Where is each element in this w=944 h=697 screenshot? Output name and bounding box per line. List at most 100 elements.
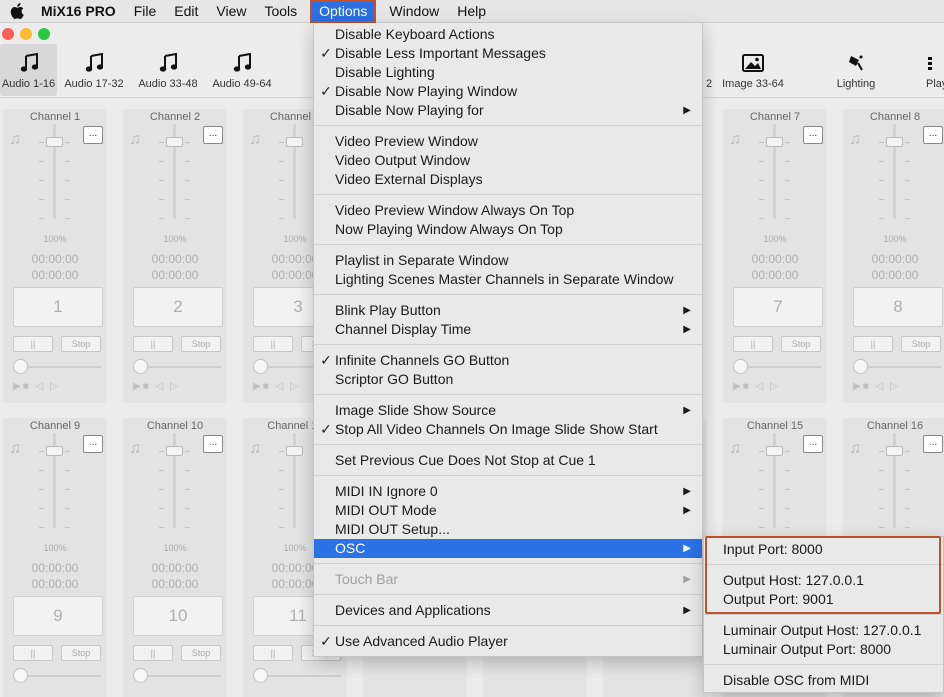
channel-more-button[interactable]: ... bbox=[203, 126, 223, 144]
pause-button[interactable]: || bbox=[13, 336, 53, 352]
osc-luminair-output-port[interactable]: Luminair Output Port: 8000 bbox=[704, 640, 943, 659]
volume-fader-thumb[interactable] bbox=[766, 137, 783, 147]
toolbar-audio-17-32[interactable]: Audio 17-32 bbox=[59, 44, 129, 96]
app-menu[interactable]: MiX16 PRO bbox=[32, 0, 125, 23]
menu-item-disable-now-playing-for[interactable]: Disable Now Playing for ▶ bbox=[314, 101, 702, 120]
menu-item-now-playing-always-on-top[interactable]: Now Playing Window Always On Top bbox=[314, 220, 702, 239]
menu-item-video-preview-window[interactable]: Video Preview Window bbox=[314, 132, 702, 151]
menu-item-osc[interactable]: OSC ▶ bbox=[314, 539, 702, 558]
menu-item-disable-keyboard-actions[interactable]: Disable Keyboard Actions bbox=[314, 25, 702, 44]
apple-icon[interactable] bbox=[8, 0, 26, 23]
channel-more-button[interactable]: ... bbox=[803, 435, 823, 453]
position-slider-knob[interactable] bbox=[13, 359, 28, 374]
transport-controls[interactable]: ▶■ ◁ ▷ bbox=[13, 381, 60, 392]
stop-button[interactable]: Stop bbox=[781, 336, 821, 352]
channel-more-button[interactable]: ... bbox=[83, 126, 103, 144]
position-slider-knob[interactable] bbox=[13, 668, 28, 683]
channel-more-button[interactable]: ... bbox=[203, 435, 223, 453]
stop-button[interactable]: Stop bbox=[61, 336, 101, 352]
menu-item-lighting-scenes-separate-window[interactable]: Lighting Scenes Master Channels in Separ… bbox=[314, 270, 702, 289]
menu-item-disable-less-important-messages[interactable]: ✓ Disable Less Important Messages bbox=[314, 44, 702, 63]
volume-fader-thumb[interactable] bbox=[886, 446, 903, 456]
osc-luminair-output-host[interactable]: Luminair Output Host: 127.0.0.1 bbox=[704, 621, 943, 640]
toolbar-audio-49-64[interactable]: Audio 49-64 bbox=[207, 44, 277, 96]
toolbar-audio-1-16[interactable]: Audio 1-16 bbox=[0, 44, 57, 96]
pause-button[interactable]: || bbox=[253, 645, 293, 661]
stop-button[interactable]: Stop bbox=[181, 645, 221, 661]
close-window-button[interactable] bbox=[2, 28, 14, 40]
menu-item-disable-now-playing-window[interactable]: ✓ Disable Now Playing Window bbox=[314, 82, 702, 101]
toolbar-image-33-64[interactable]: Image 33-64 bbox=[717, 44, 789, 96]
menu-item-use-advanced-audio-player[interactable]: ✓ Use Advanced Audio Player bbox=[314, 632, 702, 651]
menu-help[interactable]: Help bbox=[448, 0, 495, 23]
channel-more-button[interactable]: ... bbox=[803, 126, 823, 144]
menu-item-infinite-channels-go-button[interactable]: ✓ Infinite Channels GO Button bbox=[314, 351, 702, 370]
channel-more-button[interactable]: ... bbox=[923, 126, 943, 144]
channel-play-button[interactable]: 2 bbox=[133, 287, 223, 327]
menu-item-playlist-separate-window[interactable]: Playlist in Separate Window bbox=[314, 251, 702, 270]
menu-item-disable-lighting[interactable]: Disable Lighting bbox=[314, 63, 702, 82]
volume-fader-thumb[interactable] bbox=[166, 446, 183, 456]
channel-play-button[interactable]: 1 bbox=[13, 287, 103, 327]
osc-input-port[interactable]: Input Port: 8000 bbox=[704, 540, 943, 559]
osc-output-port[interactable]: Output Port: 9001 bbox=[704, 590, 943, 609]
toolbar-playlist[interactable]: Play bbox=[920, 44, 944, 96]
pause-button[interactable]: || bbox=[133, 336, 173, 352]
position-slider-knob[interactable] bbox=[853, 359, 868, 374]
volume-fader-thumb[interactable] bbox=[766, 446, 783, 456]
pause-button[interactable]: || bbox=[253, 336, 293, 352]
menu-tools[interactable]: Tools bbox=[255, 0, 306, 23]
stop-button[interactable]: Stop bbox=[61, 645, 101, 661]
volume-fader-thumb[interactable] bbox=[886, 137, 903, 147]
menu-edit[interactable]: Edit bbox=[165, 0, 207, 23]
menu-item-midi-out-mode[interactable]: MIDI OUT Mode ▶ bbox=[314, 501, 702, 520]
channel-play-button[interactable]: 7 bbox=[733, 287, 823, 327]
toolbar-audio-33-48[interactable]: Audio 33-48 bbox=[133, 44, 203, 96]
transport-controls[interactable]: ▶■ ◁ ▷ bbox=[133, 381, 180, 392]
menu-item-scriptor-go-button[interactable]: Scriptor GO Button bbox=[314, 370, 702, 389]
transport-controls[interactable]: ▶■ ◁ ▷ bbox=[253, 381, 300, 392]
position-slider-knob[interactable] bbox=[733, 359, 748, 374]
menu-item-stop-all-video-channels[interactable]: ✓ Stop All Video Channels On Image Slide … bbox=[314, 420, 702, 439]
position-slider-knob[interactable] bbox=[253, 668, 268, 683]
volume-fader-thumb[interactable] bbox=[166, 137, 183, 147]
volume-fader-thumb[interactable] bbox=[286, 446, 303, 456]
menu-item-channel-display-time[interactable]: Channel Display Time ▶ bbox=[314, 320, 702, 339]
channel-more-button[interactable]: ... bbox=[83, 435, 103, 453]
volume-fader-thumb[interactable] bbox=[46, 137, 63, 147]
minimize-window-button[interactable] bbox=[20, 28, 32, 40]
pause-button[interactable]: || bbox=[853, 336, 893, 352]
channel-more-button[interactable]: ... bbox=[923, 435, 943, 453]
menu-item-blink-play-button[interactable]: Blink Play Button ▶ bbox=[314, 301, 702, 320]
osc-output-host[interactable]: Output Host: 127.0.0.1 bbox=[704, 571, 943, 590]
menu-item-video-external-displays[interactable]: Video External Displays bbox=[314, 170, 702, 189]
pause-button[interactable]: || bbox=[733, 336, 773, 352]
menu-item-video-output-window[interactable]: Video Output Window bbox=[314, 151, 702, 170]
channel-play-button[interactable]: 9 bbox=[13, 596, 103, 636]
menu-item-midi-out-setup[interactable]: MIDI OUT Setup... bbox=[314, 520, 702, 539]
volume-fader-thumb[interactable] bbox=[46, 446, 63, 456]
zoom-window-button[interactable] bbox=[38, 28, 50, 40]
position-slider-knob[interactable] bbox=[133, 668, 148, 683]
pause-button[interactable]: || bbox=[133, 645, 173, 661]
menu-view[interactable]: View bbox=[207, 0, 255, 23]
stop-button[interactable]: Stop bbox=[901, 336, 941, 352]
menu-window[interactable]: Window bbox=[380, 0, 448, 23]
osc-disable-from-midi[interactable]: Disable OSC from MIDI bbox=[704, 671, 943, 690]
toolbar-lighting[interactable]: Lighting bbox=[826, 44, 886, 96]
menu-item-image-slide-show-source[interactable]: Image Slide Show Source ▶ bbox=[314, 401, 702, 420]
menu-item-set-previous-cue[interactable]: Set Previous Cue Does Not Stop at Cue 1 bbox=[314, 451, 702, 470]
transport-controls[interactable]: ▶■ ◁ ▷ bbox=[733, 381, 780, 392]
channel-play-button[interactable]: 8 bbox=[853, 287, 943, 327]
toolbar-image-partial[interactable]: 2 bbox=[703, 44, 715, 96]
transport-controls[interactable]: ▶■ ◁ ▷ bbox=[853, 381, 900, 392]
channel-play-button[interactable]: 10 bbox=[133, 596, 223, 636]
menu-item-video-preview-always-on-top[interactable]: Video Preview Window Always On Top bbox=[314, 201, 702, 220]
volume-fader-thumb[interactable] bbox=[286, 137, 303, 147]
menu-item-devices-and-applications[interactable]: Devices and Applications ▶ bbox=[314, 601, 702, 620]
menu-options[interactable]: Options bbox=[310, 0, 377, 23]
pause-button[interactable]: || bbox=[13, 645, 53, 661]
position-slider-knob[interactable] bbox=[253, 359, 268, 374]
menu-file[interactable]: File bbox=[125, 0, 166, 23]
menu-item-midi-in-ignore-0[interactable]: MIDI IN Ignore 0 ▶ bbox=[314, 482, 702, 501]
